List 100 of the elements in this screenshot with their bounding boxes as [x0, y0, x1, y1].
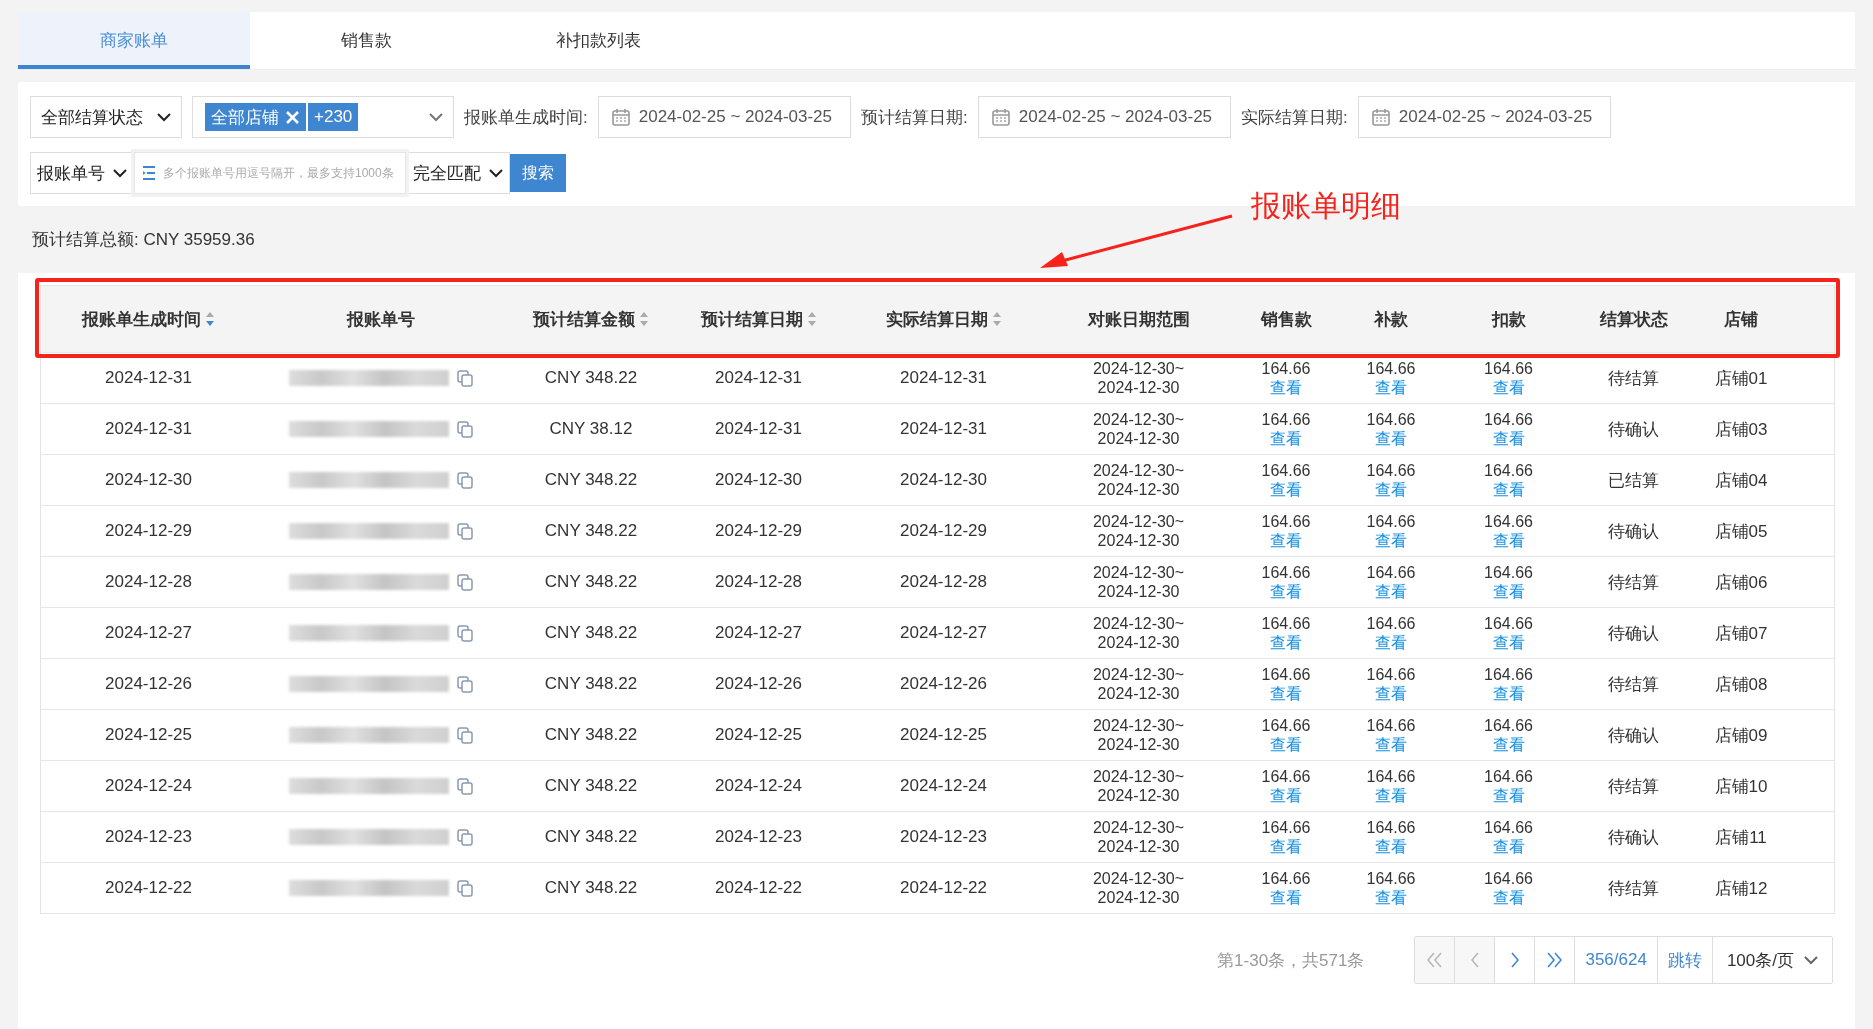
- view-link[interactable]: 查看: [1492, 582, 1525, 601]
- status-select[interactable]: 全部结算状态: [30, 96, 182, 138]
- amount-text: 164.66: [1484, 359, 1533, 378]
- view-link[interactable]: 查看: [1492, 837, 1525, 856]
- table-cell: 2024-12-28: [900, 572, 987, 592]
- amount-text: 164.66: [1484, 512, 1533, 531]
- view-link[interactable]: 查看: [1375, 684, 1407, 703]
- table-cell: 2024-12-24: [105, 776, 192, 796]
- table-cell-text: 店铺03: [1714, 418, 1768, 441]
- amount-text: 164.66: [1484, 410, 1533, 429]
- column-header[interactable]: 实际结算日期: [841, 286, 1046, 352]
- column-header: 销售款: [1259, 308, 1313, 331]
- date-range-field[interactable]: 2024-02-25 ~ 2024-03-25: [597, 96, 852, 138]
- view-link[interactable]: 查看: [1492, 684, 1525, 703]
- date-range-field[interactable]: 2024-02-25 ~ 2024-03-25: [1357, 96, 1612, 138]
- view-link[interactable]: 查看: [1492, 735, 1525, 754]
- column-header[interactable]: 报账单生成时间: [41, 286, 256, 352]
- table-cell: 2024-12-25: [105, 725, 192, 745]
- view-link[interactable]: 查看: [1492, 480, 1525, 499]
- table-cell: 2024-12-30: [1097, 582, 1180, 601]
- view-link[interactable]: 查看: [1492, 633, 1525, 652]
- table-cell: CNY 348.22: [544, 572, 638, 592]
- calendar-icon: [990, 107, 1011, 127]
- table-cell: CNY 348.22: [544, 725, 638, 745]
- view-link[interactable]: 查看: [1492, 429, 1525, 448]
- copy-icon[interactable]: [457, 573, 473, 591]
- amount-text: 164.66: [1261, 512, 1311, 531]
- view-link[interactable]: 查看: [1270, 480, 1302, 499]
- copy-icon[interactable]: [457, 879, 473, 897]
- field-label: 预计结算日期:: [861, 106, 968, 129]
- copy-icon[interactable]: [457, 828, 473, 846]
- view-link[interactable]: 查看: [1375, 429, 1407, 448]
- tab[interactable]: 补扣款列表: [482, 12, 714, 69]
- chevron-down-icon: [429, 112, 443, 122]
- table-cell: 2024-12-22: [900, 878, 987, 898]
- view-link[interactable]: 查看: [1375, 378, 1407, 397]
- copy-icon[interactable]: [457, 624, 473, 642]
- column-header: 对账日期范围: [1086, 308, 1191, 331]
- view-link[interactable]: 查看: [1270, 735, 1302, 754]
- copy-icon[interactable]: [457, 471, 473, 489]
- amount-text: 164.66: [1366, 410, 1416, 429]
- table-cell-text: 待结算: [1608, 877, 1659, 900]
- table-cell-text: 待确认: [1608, 418, 1659, 441]
- view-link[interactable]: 查看: [1492, 378, 1525, 397]
- copy-icon[interactable]: [457, 675, 473, 693]
- match-select[interactable]: 完全匹配: [406, 152, 510, 194]
- view-link[interactable]: 查看: [1270, 378, 1302, 397]
- table-cell: 2024-12-30: [1097, 429, 1180, 448]
- view-link[interactable]: 查看: [1492, 888, 1525, 907]
- copy-icon[interactable]: [457, 522, 473, 540]
- view-link[interactable]: 查看: [1375, 888, 1407, 907]
- table-cell: 2024-12-31: [105, 419, 192, 439]
- view-link[interactable]: 查看: [1270, 837, 1302, 856]
- close-icon[interactable]: [285, 109, 300, 125]
- view-link[interactable]: 查看: [1375, 480, 1407, 499]
- date-range-field[interactable]: 2024-02-25 ~ 2024-03-25: [977, 96, 1232, 138]
- amount-text: 164.66: [1366, 614, 1416, 633]
- view-link[interactable]: 查看: [1270, 888, 1302, 907]
- view-link[interactable]: 查看: [1270, 786, 1302, 805]
- copy-icon[interactable]: [457, 369, 473, 387]
- view-link[interactable]: 查看: [1270, 633, 1302, 652]
- view-link[interactable]: 查看: [1270, 531, 1302, 550]
- amount-text: 164.66: [1366, 767, 1416, 786]
- amount-text: 164.66: [1366, 665, 1416, 684]
- view-link[interactable]: 查看: [1492, 531, 1525, 550]
- search-button[interactable]: 搜索: [510, 154, 566, 192]
- list-icon: [142, 165, 156, 181]
- calendar-icon: [1370, 107, 1391, 127]
- sort-icon[interactable]: [806, 311, 817, 327]
- table-cell: 2024-12-30: [715, 470, 802, 490]
- sort-icon[interactable]: [205, 311, 215, 327]
- view-link[interactable]: 查看: [1375, 837, 1407, 856]
- table-cell: 2024-12-28: [105, 572, 192, 592]
- copy-icon[interactable]: [457, 420, 473, 438]
- view-link[interactable]: 查看: [1270, 429, 1302, 448]
- tab[interactable]: 销售款: [250, 12, 482, 69]
- view-link[interactable]: 查看: [1375, 582, 1407, 601]
- view-link[interactable]: 查看: [1375, 786, 1407, 805]
- sort-icon[interactable]: [639, 311, 649, 327]
- view-link[interactable]: 查看: [1270, 684, 1302, 703]
- sort-icon[interactable]: [991, 311, 1002, 327]
- copy-icon[interactable]: [457, 777, 473, 795]
- tab[interactable]: 商家账单: [18, 12, 250, 69]
- copy-icon[interactable]: [457, 726, 473, 744]
- view-link[interactable]: 查看: [1375, 633, 1407, 652]
- table-cell-text: 店铺01: [1714, 367, 1768, 390]
- shop-select[interactable]: 全部店铺 +230: [192, 96, 454, 138]
- view-link[interactable]: 查看: [1375, 735, 1407, 754]
- search-field[interactable]: 多个报账单号用逗号隔开，最多支持1000条: [134, 152, 406, 194]
- table-cell: 2024-12-30: [1097, 684, 1180, 703]
- field-select[interactable]: 报账单号: [30, 152, 134, 194]
- view-link[interactable]: 查看: [1375, 531, 1407, 550]
- column-header[interactable]: 预计结算日期: [676, 286, 841, 352]
- column-header[interactable]: 预计结算金额: [506, 286, 676, 352]
- table-cell-text: 待确认: [1608, 724, 1659, 747]
- view-link[interactable]: 查看: [1492, 786, 1525, 805]
- table-cell-text: 店铺11: [1715, 826, 1767, 849]
- view-link[interactable]: 查看: [1270, 582, 1302, 601]
- table-cell: 2024-12-30: [1097, 837, 1180, 856]
- amount-text: 164.66: [1261, 461, 1311, 480]
